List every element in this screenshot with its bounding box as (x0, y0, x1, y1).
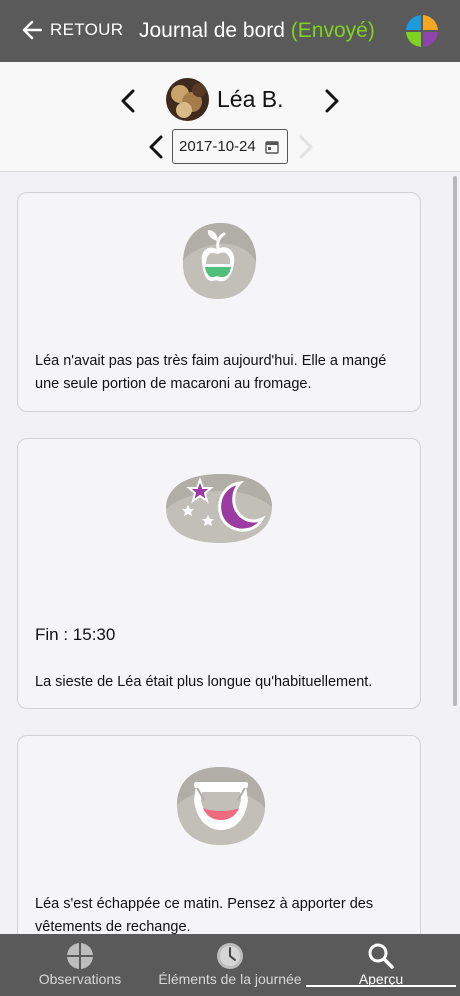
nap-card: Fin : 15:30 La sieste de Léa était plus … (17, 438, 421, 709)
next-date-chevron-icon[interactable] (296, 134, 316, 160)
search-icon (368, 943, 394, 969)
previous-date-chevron-icon[interactable] (146, 134, 166, 160)
date-input[interactable]: 2017-10-24 (172, 129, 288, 164)
status-badge: (Envoyé) (290, 19, 375, 42)
back-button[interactable]: RETOUR (22, 20, 123, 40)
arrow-left-icon (22, 20, 42, 40)
child-photo-icon (166, 78, 209, 121)
apple-meal-icon (182, 222, 257, 300)
tab-observations-label: Observations (38, 971, 122, 987)
app-logo-icon (406, 15, 438, 47)
meal-card: Léa n'avait pas pas très faim aujourd'hu… (17, 192, 421, 412)
crosshair-circle-icon (67, 943, 93, 969)
child-name: Léa B. (217, 86, 284, 112)
meal-note: Léa n'avait pas pas très faim aujourd'hu… (35, 353, 387, 392)
title-text: Journal de bord (139, 19, 285, 42)
moon-stars-nap-icon (166, 473, 272, 543)
calendar-icon[interactable] (265, 140, 279, 154)
diaper-note: Léa s'est échappée ce matin. Pensez à ap… (35, 896, 374, 935)
tab-day-elements-label: Éléments de la journée (158, 971, 302, 987)
clock-icon (217, 943, 243, 969)
page-title: Journal de bord (Envoyé) (139, 19, 375, 43)
tab-day-elements[interactable]: Éléments de la journée (150, 934, 310, 996)
diaper-icon (177, 766, 266, 846)
scrollbar[interactable] (453, 176, 457, 706)
app-header: RETOUR Journal de bord (Envoyé) (0, 0, 460, 62)
previous-child-chevron-icon[interactable] (118, 88, 138, 114)
back-label: RETOUR (50, 20, 124, 39)
tab-observations[interactable]: Observations (0, 934, 160, 996)
nap-note: La sieste de Léa était plus longue qu'ha… (35, 674, 373, 690)
date-value: 2017-10-24 (179, 138, 256, 155)
next-child-chevron-icon[interactable] (322, 88, 342, 114)
nap-end-time: Fin : 15:30 (35, 625, 116, 644)
avatar (166, 78, 209, 121)
active-tab-indicator (306, 985, 456, 987)
diaper-card: Léa s'est échappée ce matin. Pensez à ap… (17, 735, 421, 965)
